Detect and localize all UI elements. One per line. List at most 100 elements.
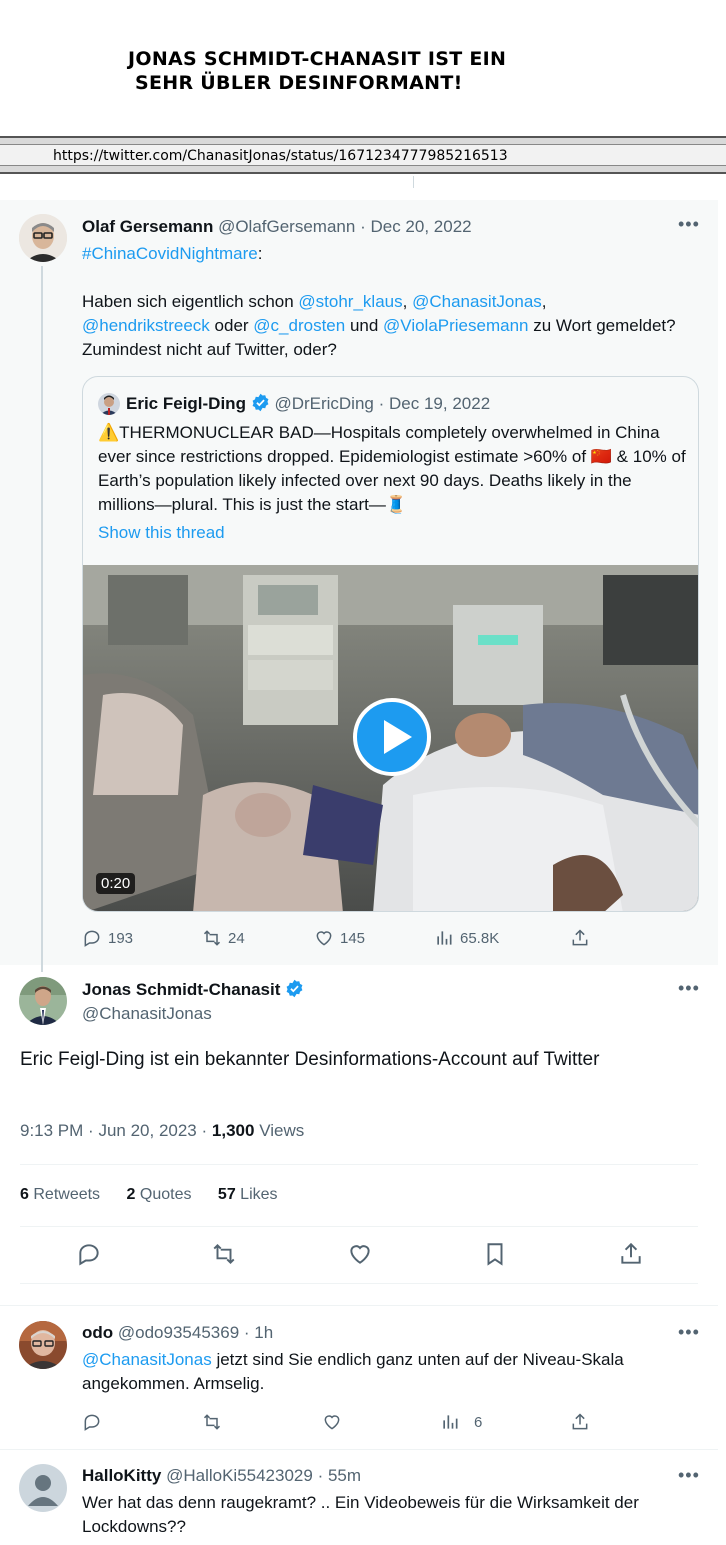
author-name[interactable]: Jonas Schmidt-Chanasit (82, 980, 280, 999)
retweet-button[interactable] (202, 1410, 222, 1434)
avatar[interactable] (19, 214, 67, 262)
mention-link[interactable]: @hendrikstreeck (82, 316, 210, 335)
dot-separator: · (201, 1121, 208, 1140)
reply-button[interactable]: 193 (82, 926, 133, 950)
url-bar: https://twitter.com/ChanasitJonas/status… (0, 136, 726, 174)
likes-label: Likes (240, 1186, 278, 1203)
author-handle[interactable]: @odo93545369 (118, 1323, 239, 1342)
like-icon[interactable] (347, 1241, 373, 1267)
verified-badge-icon (252, 393, 269, 412)
dot-separator: · (243, 1323, 250, 1342)
avatar-eric-image (98, 393, 120, 415)
dot-separator: · (378, 394, 385, 413)
retweets-stat[interactable]: 6 Retweets (20, 1186, 100, 1203)
author-handle[interactable]: @HalloKi55423029 (166, 1466, 313, 1485)
mention-link[interactable]: @c_drosten (253, 316, 345, 335)
url-text: https://twitter.com/ChanasitJonas/status… (53, 148, 508, 164)
author-name[interactable]: Eric Feigl-Ding (126, 394, 246, 413)
avatar[interactable] (19, 977, 67, 1025)
mention-link[interactable]: @ViolaPriesemann (383, 316, 528, 335)
tweet-date[interactable]: Jun 20, 2023 (98, 1121, 196, 1140)
text-fragment: THERMONUCLEAR BAD—Hospitals completely o… (98, 423, 660, 466)
reply-header: odo @odo93545369 · 1h (82, 1323, 273, 1343)
like-button[interactable] (322, 1410, 342, 1434)
divider (413, 176, 414, 188)
parent-tweet-header: Olaf Gersemann @OlafGersemann · Dec 20, … (82, 217, 472, 237)
quotes-stat[interactable]: 2 Quotes (127, 1186, 192, 1203)
bookmark-icon[interactable] (482, 1241, 508, 1267)
author-name[interactable]: Olaf Gersemann (82, 217, 213, 236)
author-handle[interactable]: @OlafGersemann (218, 217, 355, 236)
video-duration: 0:20 (96, 873, 136, 894)
engagement-stats: 6 Retweets 2 Quotes 57 Likes (20, 1186, 278, 1204)
divider (20, 1164, 698, 1165)
views-count: 6 (474, 1413, 483, 1431)
more-icon[interactable]: ••• (678, 1322, 700, 1343)
main-tweet-meta: 9:13 PM · Jun 20, 2023 · 1,300 Views (20, 1121, 304, 1141)
text-fragment: Haben sich eigentlich schon (82, 292, 299, 311)
likes-stat[interactable]: 57 Likes (218, 1186, 278, 1203)
retweet-button[interactable]: 24 (202, 926, 245, 950)
reply-time[interactable]: 55m (328, 1466, 361, 1485)
like-button[interactable]: 145 (314, 926, 365, 950)
author-name[interactable]: HalloKitty (82, 1466, 161, 1485)
retweet-icon[interactable] (211, 1241, 237, 1267)
text-fragment: oder (209, 316, 254, 335)
reply-button[interactable] (82, 1410, 102, 1434)
retweets-count: 6 (20, 1186, 29, 1203)
avatar[interactable] (19, 1321, 67, 1369)
dot-separator: · (317, 1466, 324, 1485)
like-count: 145 (340, 929, 366, 947)
more-icon[interactable]: ••• (678, 214, 700, 235)
views-count: 1,300 (211, 1121, 255, 1140)
reply-icon[interactable] (76, 1241, 102, 1267)
like-icon (324, 1415, 340, 1430)
avatar[interactable] (98, 393, 120, 415)
views-icon (437, 931, 452, 945)
show-thread-link[interactable]: Show this thread (98, 523, 225, 543)
author-name[interactable]: odo (82, 1323, 113, 1342)
parent-tweet-actions: 193 24 145 65.8K (82, 926, 602, 950)
mention-link[interactable]: @ChanasitJonas (412, 292, 542, 311)
main-tweet-author: Jonas Schmidt-Chanasit (82, 979, 304, 1000)
quoted-tweet-text: ⚠️THERMONUCLEAR BAD—Hospitals completely… (98, 421, 688, 517)
more-icon[interactable]: ••• (678, 1465, 700, 1486)
play-icon[interactable] (353, 698, 431, 776)
tweet-time[interactable]: 9:13 PM (20, 1121, 83, 1140)
views-button[interactable]: 65.8K (434, 926, 499, 950)
share-icon[interactable] (618, 1241, 644, 1267)
hashtag-link[interactable]: #ChinaCovidNightmare (82, 244, 258, 263)
more-icon[interactable]: ••• (678, 978, 700, 999)
mention-link[interactable]: @ChanasitJonas (82, 1350, 212, 1369)
divider (0, 1305, 718, 1306)
share-button[interactable] (570, 926, 590, 950)
tweet-date[interactable]: Dec 20, 2022 (370, 217, 471, 236)
like-icon (316, 931, 332, 946)
author-handle[interactable]: @DrEricDing (274, 394, 373, 413)
text-fragment: , (402, 292, 413, 311)
reply-text: Wer hat das denn raugekramt? .. Ein Vide… (82, 1493, 639, 1536)
headline-line-2: SEHR ÜBLER DESINFORMANT! (135, 72, 463, 94)
views-button[interactable]: 6 (440, 1410, 482, 1434)
retweet-icon (203, 1414, 221, 1430)
likes-count: 57 (217, 1186, 236, 1203)
thread-icon: 🧵 (385, 495, 408, 514)
mention-link[interactable]: @stohr_klaus (298, 292, 402, 311)
retweet-count: 24 (228, 929, 245, 947)
url-field[interactable]: https://twitter.com/ChanasitJonas/status… (0, 144, 726, 166)
video-player[interactable]: 0:20 (83, 565, 698, 911)
divider (20, 1226, 698, 1227)
author-handle[interactable]: @ChanasitJonas (82, 1004, 212, 1024)
quotes-label: Quotes (139, 1186, 192, 1203)
reply-time[interactable]: 1h (254, 1323, 273, 1342)
tweet-date[interactable]: Dec 19, 2022 (389, 394, 490, 413)
views-count: 65.8K (460, 929, 500, 947)
share-button[interactable] (570, 1410, 590, 1434)
divider (0, 1449, 718, 1450)
quoted-tweet-card[interactable]: Eric Feigl-Ding @DrEricDing · Dec 19, 20… (82, 376, 699, 912)
reply-text: @ChanasitJonas jetzt sind Sie endlich ga… (82, 1348, 692, 1396)
default-avatar-icon (19, 1464, 67, 1512)
share-icon (572, 1413, 588, 1430)
quotes-count: 2 (126, 1186, 136, 1203)
avatar[interactable] (19, 1464, 67, 1512)
